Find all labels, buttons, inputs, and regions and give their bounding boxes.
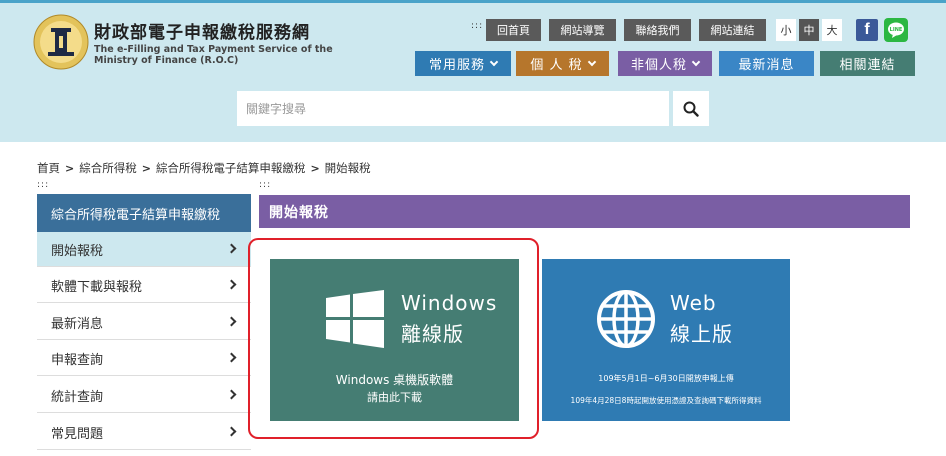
sidebar-item-label: 開始報稅: [51, 243, 104, 259]
site-subtitle: The e-Filling and Tax Payment Service of…: [94, 44, 333, 66]
contact-us-link[interactable]: 聯絡我們: [624, 19, 691, 41]
accesskey-marker-top[interactable]: :::: [471, 21, 483, 31]
sidebar-item-start-filing[interactable]: 開始報稅: [37, 232, 251, 267]
chevron-down-icon: [489, 57, 499, 67]
nav-related-links[interactable]: 相關連結: [820, 51, 915, 76]
accesskey-marker-main[interactable]: :::: [259, 180, 271, 190]
sidebar-item-faq[interactable]: 常見問題: [37, 415, 251, 450]
search-icon: [683, 101, 699, 117]
search-button[interactable]: [673, 91, 709, 126]
site-subtitle-line2: Ministry of Finance (R.O.C): [94, 55, 239, 66]
nav-personal-tax-label: 個 人 稅: [530, 58, 583, 73]
chevron-right-icon: [226, 243, 237, 254]
ministry-logo-icon[interactable]: [33, 14, 89, 70]
breadcrumb-efiling[interactable]: 綜合所得稅電子結算申報繳稅: [156, 160, 306, 176]
site-links-link[interactable]: 網站連結: [699, 19, 766, 41]
line-icon[interactable]: LINE: [884, 18, 908, 42]
chevron-down-icon: [587, 57, 596, 67]
breadcrumb-home[interactable]: 首頁: [37, 160, 60, 176]
nav-latest-news[interactable]: 最新消息: [719, 51, 814, 76]
web-card-title: Web: [670, 291, 717, 315]
sidebar-item-label: 常見問題: [51, 426, 104, 442]
chevron-right-icon: [226, 389, 237, 400]
breadcrumb: 首頁 > 綜合所得稅 > 綜合所得稅電子結算申報繳稅 > 開始報稅: [37, 160, 371, 176]
chevron-down-icon: [691, 57, 701, 67]
chevron-right-icon: >: [310, 161, 320, 175]
nav-non-personal-tax-label: 非個人稅: [630, 58, 687, 73]
facebook-icon[interactable]: f: [856, 19, 878, 41]
chevron-right-icon: >: [65, 161, 75, 175]
home-link[interactable]: 回首頁: [486, 19, 541, 41]
site-subtitle-line1: The e-Filling and Tax Payment Service of…: [94, 44, 333, 55]
sidebar-item-label: 軟體下載與報稅: [51, 279, 143, 295]
chevron-right-icon: [226, 426, 237, 437]
nav-non-personal-tax[interactable]: 非個人稅: [618, 51, 712, 76]
web-online-card[interactable]: Web 線上版 109年5月1日~6月30日開放申報上傳 109年4月28日8時…: [542, 259, 790, 421]
chevron-right-icon: [226, 352, 237, 363]
sidebar-item-filing-inquiry[interactable]: 申報查詢: [37, 341, 251, 376]
sidebar-item-latest-news[interactable]: 最新消息: [37, 305, 251, 340]
nav-personal-tax[interactable]: 個 人 稅: [516, 51, 609, 76]
sidebar-title[interactable]: 綜合所得稅電子結算申報繳稅: [37, 194, 251, 232]
accesskey-marker-left[interactable]: :::: [37, 180, 49, 190]
font-size-small-button[interactable]: 小: [776, 19, 796, 41]
web-card-desc-2: 109年4月28日8時起開放使用憑證及查詢碼下載所得資料: [570, 396, 762, 405]
breadcrumb-income-tax[interactable]: 綜合所得稅: [79, 160, 137, 176]
site-name[interactable]: 財政部電子申報繳稅服務網: [94, 18, 310, 43]
web-card-subtitle: 線上版: [670, 322, 733, 346]
chevron-right-icon: [226, 316, 237, 327]
sidebar-item-label: 統計查詢: [51, 389, 104, 405]
nav-common-services-label: 常用服務: [428, 58, 485, 73]
chevron-right-icon: >: [141, 161, 151, 175]
windows-card-highlight: [248, 238, 539, 439]
line-icon-label: LINE: [890, 27, 903, 33]
sidebar-item-software-download[interactable]: 軟體下載與報稅: [37, 268, 251, 303]
nav-common-services[interactable]: 常用服務: [415, 51, 511, 76]
font-size-medium-button[interactable]: 中: [799, 19, 819, 41]
search-input[interactable]: 關鍵字搜尋: [237, 91, 669, 126]
sidebar-item-label: 最新消息: [51, 316, 104, 332]
chevron-right-icon: [226, 279, 237, 290]
sidebar-item-statistics[interactable]: 統計查詢: [37, 378, 251, 413]
sidebar-item-label: 申報查詢: [51, 352, 104, 368]
web-card-desc-1: 109年5月1日~6月30日開放申報上傳: [598, 374, 734, 383]
breadcrumb-current: 開始報稅: [324, 161, 371, 175]
font-size-large-button[interactable]: 大: [822, 19, 842, 41]
page-title: 開始報稅: [259, 195, 910, 228]
sitemap-link[interactable]: 網站導覽: [549, 19, 616, 41]
globe-icon: [597, 290, 655, 348]
